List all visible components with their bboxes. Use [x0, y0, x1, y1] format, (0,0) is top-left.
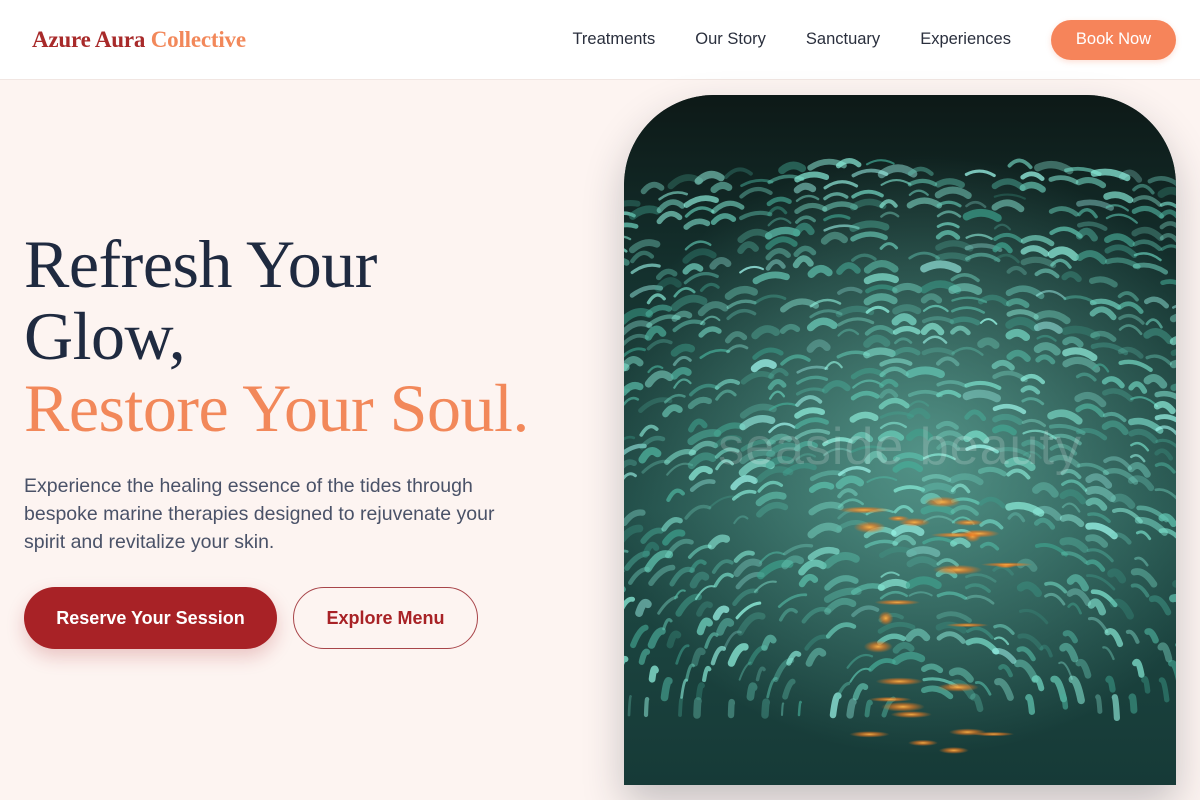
- hero-section: Refresh Your Glow, Restore Your Soul. Ex…: [24, 228, 604, 556]
- reserve-session-button[interactable]: Reserve Your Session: [24, 587, 277, 649]
- ripple-stroke: [710, 181, 733, 194]
- ripple-stroke: [948, 283, 983, 295]
- ripple-stroke: [695, 682, 705, 701]
- ember-reflection: [924, 496, 961, 508]
- nav-link-our-story[interactable]: Our Story: [695, 30, 766, 49]
- ripple-stroke: [643, 697, 650, 718]
- ripple-stroke: [761, 698, 771, 719]
- ripple-stroke: [892, 282, 923, 294]
- ember-reflection: [849, 731, 890, 738]
- ember-reflection: [898, 518, 931, 527]
- water-ripple-illustration: [624, 95, 1176, 785]
- ember-reflection: [937, 682, 979, 692]
- ember-reflection: [874, 599, 921, 606]
- ember-reflection: [890, 711, 932, 718]
- main-nav: Treatments Our Story Sanctuary Experienc…: [572, 19, 1176, 60]
- nav-link-treatments[interactable]: Treatments: [572, 30, 655, 49]
- ember-reflection: [863, 640, 893, 653]
- hero-subtext: Experience the healing essence of the ti…: [24, 475, 495, 553]
- headline-line-2: Glow,: [24, 298, 186, 374]
- ripple-stroke: [746, 682, 758, 701]
- book-now-button[interactable]: Book Now: [1051, 19, 1176, 60]
- ember-reflection: [938, 747, 969, 754]
- brand-name-primary: Azure Aura: [32, 26, 146, 52]
- ripple-stroke: [892, 304, 922, 315]
- ember-reflection: [853, 521, 886, 534]
- site-header: Azure Aura Collective Treatments Our Sto…: [0, 0, 1200, 80]
- ripple-stroke: [1128, 693, 1138, 714]
- ember-reflection: [972, 731, 1015, 737]
- ripple-stroke: [846, 698, 857, 719]
- ripple-stroke: [1095, 694, 1103, 714]
- brand-logo[interactable]: Azure Aura Collective: [32, 27, 246, 53]
- ripple-stroke: [891, 313, 917, 326]
- ember-reflection: [930, 532, 981, 538]
- ripple-stroke: [935, 178, 965, 188]
- ripple-stroke: [1005, 328, 1031, 342]
- nav-link-experiences[interactable]: Experiences: [920, 30, 1011, 49]
- ripple-stroke: [727, 698, 736, 719]
- ember-reflection: [838, 506, 890, 514]
- ripple-stroke: [627, 695, 632, 717]
- ripple-stroke: [648, 665, 659, 683]
- hero-cta-group: Reserve Your Session Explore Menu: [24, 587, 478, 649]
- nav-link-sanctuary[interactable]: Sanctuary: [806, 30, 880, 49]
- ripple-stroke: [660, 677, 673, 702]
- ripple-stroke: [863, 347, 896, 359]
- ripple-stroke: [962, 389, 1001, 403]
- ember-reflection: [980, 562, 1033, 567]
- hero-headline: Refresh Your Glow, Restore Your Soul.: [24, 228, 604, 444]
- ripple-stroke: [678, 697, 684, 717]
- ripple-stroke: [1025, 694, 1036, 715]
- ripple-stroke: [920, 293, 943, 304]
- ember-reflection: [875, 677, 924, 686]
- headline-line-1: Refresh Your: [24, 226, 377, 302]
- headline-accent: Restore Your Soul.: [24, 370, 529, 446]
- ripple-stroke: [1060, 693, 1069, 710]
- ripple-stroke: [906, 546, 941, 558]
- ripple-stroke: [935, 252, 971, 262]
- ember-reflection: [953, 519, 984, 526]
- ember-reflection: [932, 564, 983, 575]
- ember-reflection: [945, 623, 989, 628]
- ripple-stroke: [693, 697, 702, 719]
- ripple-stroke: [793, 182, 817, 194]
- ripple-stroke: [905, 366, 945, 379]
- ripple-stroke: [780, 702, 785, 717]
- ember-reflection: [881, 701, 925, 712]
- explore-menu-button[interactable]: Explore Menu: [293, 587, 478, 649]
- ripple-stroke: [1111, 694, 1120, 721]
- ember-reflection: [868, 696, 912, 702]
- ripple-stroke: [863, 273, 899, 285]
- ripple-stroke: [920, 504, 955, 516]
- ember-reflection: [908, 739, 938, 747]
- hero-image: seaside beauty: [624, 95, 1176, 785]
- ember-reflection: [878, 611, 894, 626]
- ripple-stroke: [977, 337, 1000, 349]
- brand-name-accent: Collective: [150, 26, 246, 52]
